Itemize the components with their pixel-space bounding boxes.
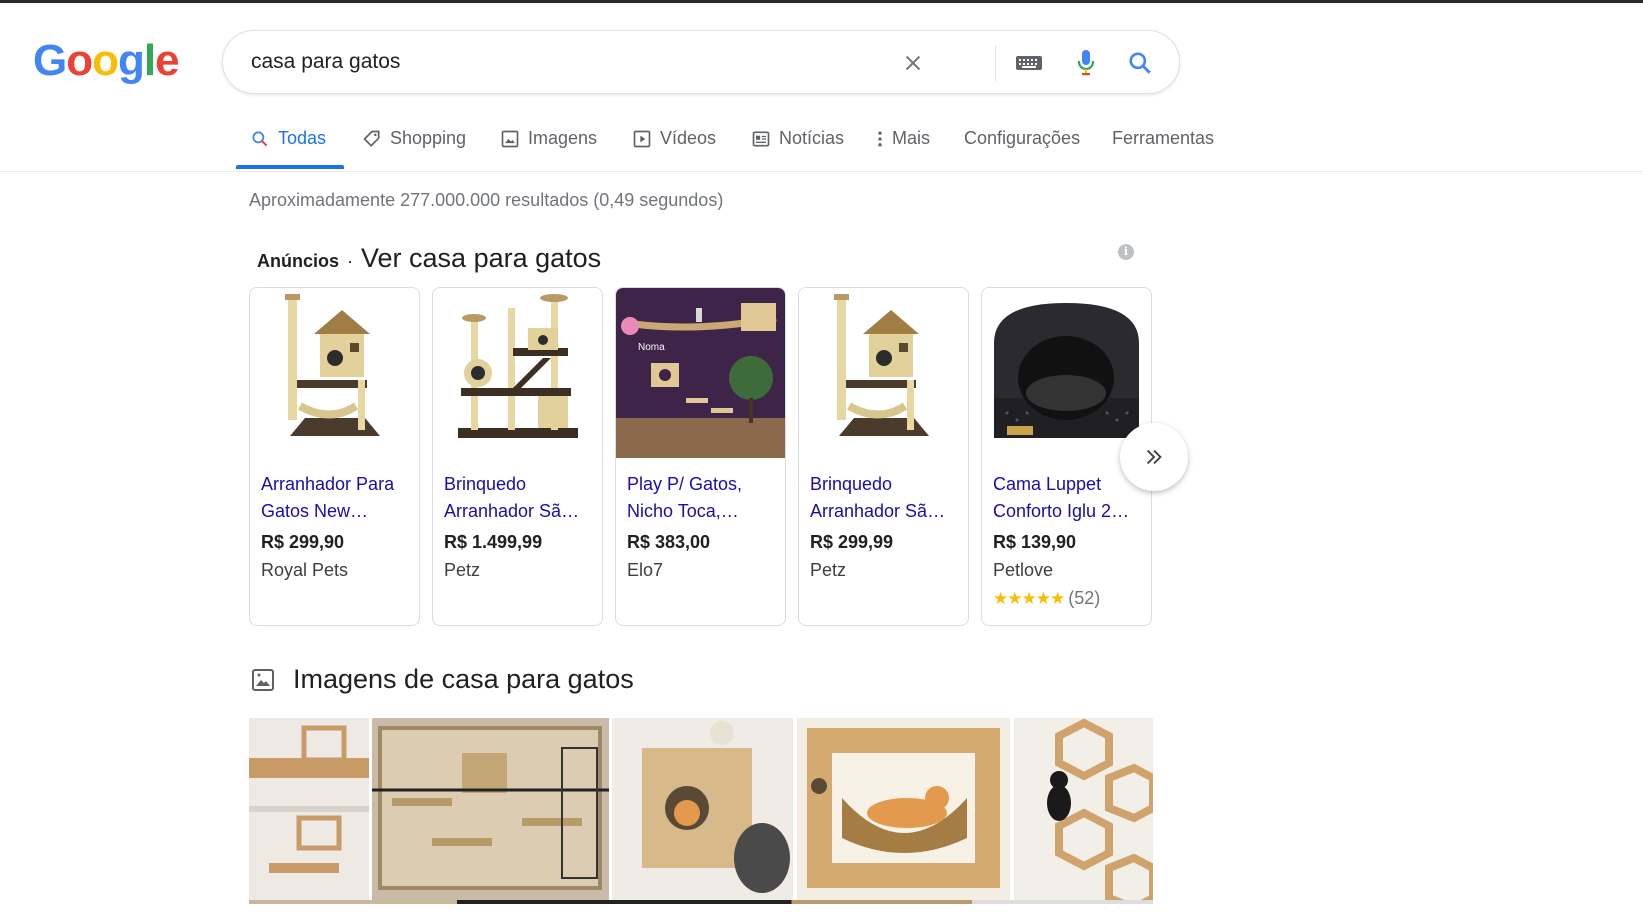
product-card[interactable]: Noma Play P/ Gatos, Nicho Toca,… R$ 383,… (615, 287, 786, 626)
logo-letter: o (66, 36, 93, 85)
review-count: (52) (1068, 588, 1101, 608)
search-box (222, 30, 1180, 94)
google-logo[interactable]: Google (33, 36, 180, 86)
info-icon[interactable]: i (1118, 244, 1134, 260)
ads-separator: · (347, 251, 354, 271)
logo-letter: G (33, 36, 67, 85)
image-thumbnail[interactable] (1014, 718, 1153, 900)
search-divider (995, 45, 996, 81)
images-section-title[interactable]: Imagens de casa para gatos (293, 664, 634, 695)
product-rating: ★★★★★ (52) (993, 588, 1100, 609)
product-title[interactable]: Cama Luppet Conforto Iglu 2… (993, 471, 1145, 525)
product-price: R$ 1.499,99 (444, 532, 543, 552)
result-stats: Aproximadamente 277.000.000 resultados (… (249, 190, 724, 210)
product-image: Noma (616, 288, 785, 458)
product-image (799, 288, 968, 458)
ads-title[interactable]: Ver casa para gatos (361, 243, 601, 274)
carousel-next-button[interactable] (1120, 423, 1188, 491)
image-icon (501, 130, 519, 148)
logo-letter: o (92, 36, 119, 85)
images-section-header: Imagens de casa para gatos (251, 664, 634, 695)
tab-label: Configurações (964, 128, 1081, 148)
product-store: Petlove (993, 560, 1054, 580)
product-title[interactable]: Play P/ Gatos, Nicho Toca,… (627, 471, 779, 525)
images-row-bottom (249, 900, 1153, 904)
window-top-border (0, 0, 1643, 3)
more-vert-icon (878, 131, 882, 147)
product-card[interactable]: Brinquedo Arranhador Sã… R$ 1.499,99 Pet… (432, 287, 603, 626)
search-icon (252, 131, 268, 147)
ads-label: Anúncios (257, 251, 340, 271)
tab-label: Notícias (779, 128, 845, 148)
microphone-icon[interactable] (1068, 45, 1104, 81)
tab-ferramentas[interactable]: Ferramentas (1112, 128, 1214, 172)
clear-icon[interactable] (895, 45, 931, 81)
svg-text:Noma: Noma (638, 342, 665, 353)
product-image (982, 288, 1151, 458)
tab-noticias[interactable]: Notícias (751, 128, 844, 172)
keyboard-icon[interactable] (1011, 45, 1047, 81)
tag-icon (363, 130, 380, 147)
product-store: Petz (810, 560, 847, 580)
product-title[interactable]: Arranhador Para Gatos New… (261, 471, 413, 525)
search-tabs: Todas Shopping Imagens Vídeos Notícias M… (0, 112, 1643, 172)
product-price: R$ 139,90 (993, 532, 1077, 552)
tab-label: Mais (892, 128, 931, 148)
logo-letter: l (143, 36, 156, 85)
tab-shopping[interactable]: Shopping (362, 128, 466, 172)
tab-videos[interactable]: Vídeos (632, 128, 716, 172)
image-thumbnail[interactable] (797, 718, 1010, 900)
search-icon[interactable] (1122, 45, 1158, 81)
star-rating-icon: ★★★★★ (993, 588, 1065, 608)
tab-imagens[interactable]: Imagens (500, 128, 597, 172)
product-price: R$ 299,90 (261, 532, 345, 552)
product-card[interactable]: Brinquedo Arranhador Sã… R$ 299,99 Petz (798, 287, 969, 626)
image-thumbnail[interactable] (612, 718, 793, 900)
tab-label: Ferramentas (1112, 128, 1215, 148)
product-store: Petz (444, 560, 481, 580)
product-store: Royal Pets (261, 560, 349, 580)
active-tab-indicator (236, 165, 344, 169)
tab-label: Shopping (390, 128, 467, 148)
double-chevron-right-icon (1146, 449, 1162, 465)
product-title[interactable]: Brinquedo Arranhador Sã… (810, 471, 962, 525)
search-input[interactable] (251, 47, 901, 77)
product-card[interactable]: Arranhador Para Gatos New… R$ 299,90 Roy… (249, 287, 420, 626)
image-icon (252, 668, 274, 691)
tab-configuracoes[interactable]: Configurações (964, 128, 1080, 172)
tab-mais[interactable]: Mais (876, 128, 930, 172)
product-image (250, 288, 419, 458)
tab-label: Vídeos (660, 128, 717, 148)
image-thumbnail[interactable] (249, 718, 369, 900)
tab-label: Imagens (528, 128, 598, 148)
product-title[interactable]: Brinquedo Arranhador Sã… (444, 471, 596, 525)
product-store: Elo7 (627, 560, 664, 580)
product-price: R$ 383,00 (627, 532, 711, 552)
image-thumbnail[interactable] (372, 718, 609, 900)
tab-label: Todas (278, 128, 327, 148)
logo-letter: e (155, 36, 180, 85)
product-image (433, 288, 602, 458)
logo-letter: g (118, 36, 145, 85)
news-icon (752, 131, 770, 147)
product-price: R$ 299,99 (810, 532, 894, 552)
video-icon (633, 130, 651, 148)
ads-header: Anúncios · Ver casa para gatos (257, 243, 601, 274)
